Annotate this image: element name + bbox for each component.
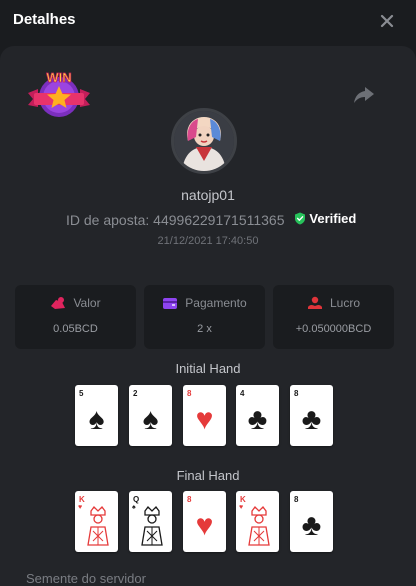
dialog-title: Detalhes <box>13 11 76 28</box>
avatar <box>171 108 237 174</box>
card-rank: 8 <box>294 495 299 504</box>
card-rank: 8 <box>294 389 299 398</box>
card-rank: 8 <box>187 389 192 398</box>
share-button[interactable] <box>352 84 376 106</box>
face-card-art-icon <box>141 506 163 546</box>
playing-card: 8 ♣ <box>290 385 333 446</box>
coins-icon <box>51 297 66 309</box>
initial-hand-label: Initial Hand <box>175 361 241 376</box>
close-button[interactable] <box>376 10 398 32</box>
profit-icon <box>307 296 322 309</box>
stat-lucro-value: +0.050000BCD <box>295 323 372 335</box>
bet-timestamp: 21/12/2021 17:40:50 <box>157 235 259 247</box>
card-suit-small: ♠ <box>132 504 136 511</box>
win-badge-icon: WIN <box>28 70 90 117</box>
wallet-icon <box>163 298 178 309</box>
card-rank: Q <box>133 495 140 504</box>
card-suit-pip: ♠ <box>142 403 159 436</box>
bet-id-label: ID de aposta: <box>66 212 150 228</box>
face-card-art-icon <box>87 506 109 546</box>
card-rank: 4 <box>240 389 245 398</box>
playing-card: Q ♠ <box>129 491 172 552</box>
card-suit-small: ♥ <box>239 504 244 511</box>
bet-id-row: ID de aposta: 44996229171511365 Verified <box>66 211 356 229</box>
playing-card: 5 ♠ <box>75 385 118 446</box>
verified-badge[interactable]: Verified <box>294 211 356 226</box>
card-suit-pip: ♣ <box>247 403 268 436</box>
stat-lucro-label: Lucro <box>329 296 361 310</box>
final-hand-label: Final Hand <box>176 468 240 483</box>
playing-card: 4 ♣ <box>236 385 279 446</box>
stat-valor-label: Valor <box>73 296 101 310</box>
stat-pagamento-value: 2 x <box>197 323 212 335</box>
verified-label: Verified <box>309 211 357 226</box>
stat-valor: Valor 0.05BCD <box>15 285 136 349</box>
card-rank: 8 <box>187 495 192 504</box>
shield-check-icon <box>295 212 306 225</box>
dialog-header: Detalhes <box>0 0 416 40</box>
username: natojp01 <box>181 187 235 203</box>
card-suit-pip: ♣ <box>301 403 322 436</box>
bet-id-value[interactable]: 44996229171511365 <box>153 212 284 228</box>
server-seed-label: Semente do servidor <box>26 571 146 586</box>
card-suit-pip: ♥ <box>195 403 214 436</box>
card-suit-pip: ♥ <box>195 509 214 542</box>
card-rank: 5 <box>79 389 84 398</box>
card-rank: K <box>79 495 85 504</box>
card-suit-pip: ♠ <box>88 403 105 436</box>
playing-card: 8 ♣ <box>290 491 333 552</box>
share-icon <box>354 87 374 103</box>
card-rank: K <box>240 495 246 504</box>
stat-lucro: Lucro +0.050000BCD <box>273 285 394 349</box>
playing-card: 8 ♥ <box>183 491 226 552</box>
playing-card: K ♥ <box>236 491 279 552</box>
card-suit-pip: ♣ <box>301 509 322 542</box>
stat-pagamento: Pagamento 2 x <box>144 285 265 349</box>
win-badge-text: WIN <box>46 70 71 85</box>
playing-card: 2 ♠ <box>129 385 172 446</box>
stat-valor-value: 0.05BCD <box>53 323 98 335</box>
card-suit-small: ♥ <box>78 504 83 511</box>
stat-pagamento-label: Pagamento <box>185 296 247 310</box>
playing-card: 8 ♥ <box>183 385 226 446</box>
playing-card: K ♥ <box>75 491 118 552</box>
close-icon <box>380 14 394 28</box>
card-rank: 2 <box>133 389 138 398</box>
face-card-art-icon <box>248 506 270 546</box>
